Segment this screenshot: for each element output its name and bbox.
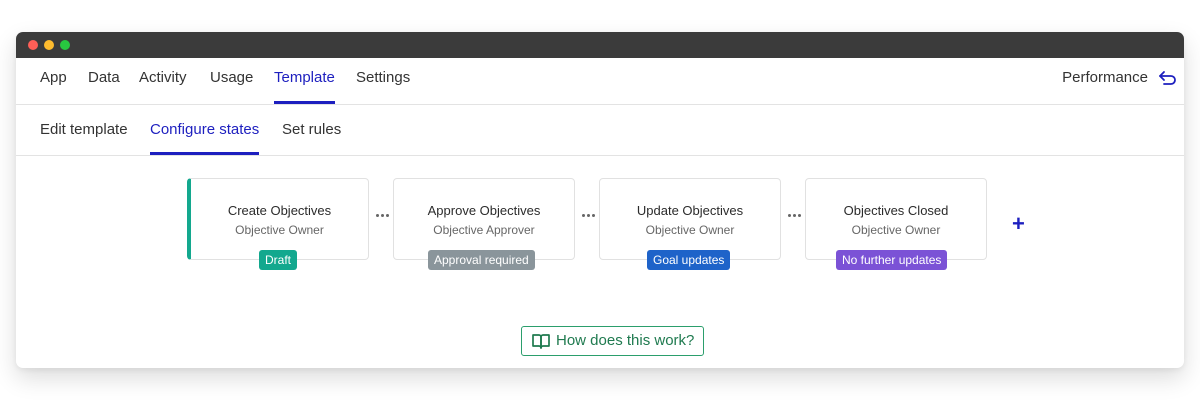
tab-template[interactable]: Template (274, 58, 335, 104)
state-connector-menu-icon[interactable] (788, 214, 802, 218)
status-badge-goal-updates: Goal updates (647, 250, 731, 270)
status-badge-no-further-updates: No further updates (836, 250, 948, 270)
tab-settings[interactable]: Settings (356, 58, 410, 104)
state-connector-menu-icon[interactable] (582, 214, 596, 218)
tab-set-rules[interactable]: Set rules (282, 105, 341, 155)
how-does-this-work-button[interactable]: How does this work? (521, 326, 704, 356)
state-card-create-objectives[interactable]: Create Objectives Objective Owner (187, 178, 369, 260)
minimize-window-button[interactable] (44, 40, 54, 50)
status-badge-approval-required: Approval required (428, 250, 535, 270)
window-titlebar (16, 32, 1184, 58)
tab-usage[interactable]: Usage (210, 58, 253, 104)
top-nav: App Data Activity Usage Template Setting… (16, 58, 1184, 105)
tab-data[interactable]: Data (88, 58, 120, 104)
state-card-objectives-closed[interactable]: Objectives Closed Objective Owner (805, 178, 987, 260)
state-title: Update Objectives (636, 203, 744, 218)
sub-nav: Edit template Configure states Set rules (16, 105, 1184, 156)
book-icon (532, 334, 550, 349)
maximize-window-button[interactable] (60, 40, 70, 50)
help-button-label: How does this work? (556, 332, 695, 349)
state-owner: Objective Owner (645, 223, 735, 237)
state-owner: Objective Approver (433, 223, 535, 237)
state-card-approve-objectives[interactable]: Approve Objectives Objective Approver (393, 178, 575, 260)
tab-app[interactable]: App (40, 58, 67, 104)
tab-edit-template[interactable]: Edit template (40, 105, 128, 155)
status-badge-draft: Draft (259, 250, 298, 270)
state-title: Create Objectives (227, 203, 332, 218)
performance-label: Performance (1062, 69, 1148, 86)
close-window-button[interactable] (28, 40, 38, 50)
state-title: Objectives Closed (843, 203, 949, 218)
app-window: App Data Activity Usage Template Setting… (16, 32, 1184, 368)
state-card-update-objectives[interactable]: Update Objectives Objective Owner (599, 178, 781, 260)
return-arrow-icon[interactable] (1158, 68, 1178, 88)
state-owner: Objective Owner (851, 223, 941, 237)
tab-activity[interactable]: Activity (139, 58, 187, 104)
state-title: Approve Objectives (427, 203, 541, 218)
state-connector-menu-icon[interactable] (376, 214, 390, 218)
tab-configure-states[interactable]: Configure states (150, 105, 260, 155)
state-owner: Objective Owner (235, 223, 324, 237)
add-state-icon[interactable]: + (1012, 213, 1025, 235)
